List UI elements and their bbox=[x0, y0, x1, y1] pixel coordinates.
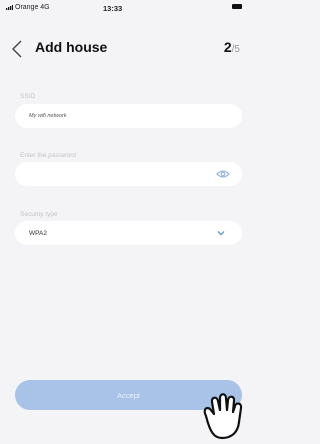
chevron-down-icon bbox=[217, 231, 225, 236]
ssid-label: SSID bbox=[20, 93, 36, 100]
ssid-field[interactable]: My wifi network bbox=[15, 104, 242, 128]
ssid-value: My wifi network bbox=[29, 113, 67, 119]
security-type-value: WPA2 bbox=[29, 229, 47, 237]
signal-icon bbox=[6, 5, 13, 10]
status-bar: Orange 4G 13:33 bbox=[0, 0, 248, 14]
battery-icon bbox=[232, 4, 242, 9]
security-type-label: Security type bbox=[20, 211, 58, 218]
step-total: /5 bbox=[231, 44, 240, 55]
eye-icon[interactable] bbox=[216, 169, 230, 179]
back-chevron-icon[interactable] bbox=[10, 39, 26, 59]
step-indicator: 2/5 bbox=[224, 39, 240, 55]
page-header: Add house 2/5 bbox=[0, 36, 248, 66]
security-type-select[interactable]: WPA2 bbox=[15, 221, 242, 245]
status-time: 13:33 bbox=[103, 4, 123, 13]
step-current: 2 bbox=[223, 39, 232, 55]
page-title: Add house bbox=[35, 39, 108, 55]
password-field[interactable] bbox=[15, 162, 242, 186]
carrier-label: Orange 4G bbox=[15, 4, 50, 11]
hand-pointer-icon bbox=[203, 393, 243, 440]
password-label: Enter the password bbox=[20, 152, 77, 159]
